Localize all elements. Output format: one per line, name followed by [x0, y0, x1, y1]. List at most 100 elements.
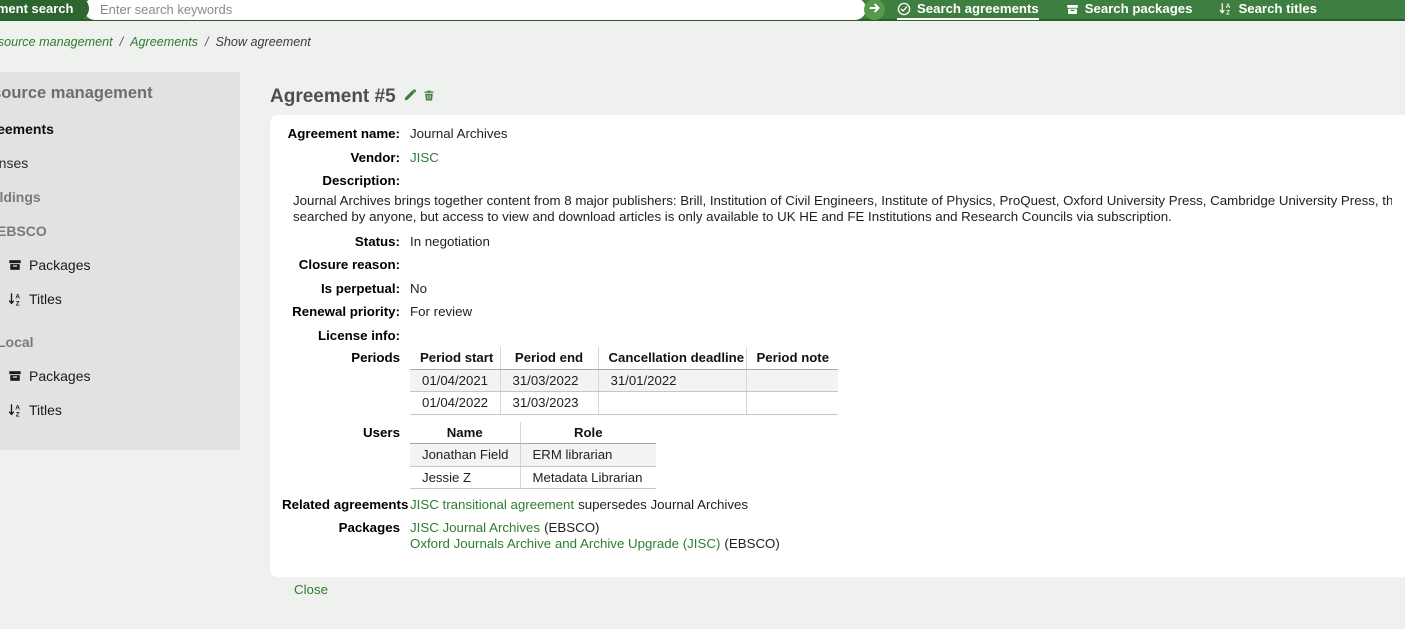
period-end: 31/03/2022	[500, 369, 598, 392]
field-packages: Packages JISC Journal Archives (EBSCO) Ox…	[282, 517, 1405, 553]
search-submit-button[interactable]	[864, 0, 885, 20]
agreement-detail-panel: Agreement name: Journal Archives Vendor:…	[270, 115, 1405, 577]
package-link[interactable]: Oxford Journals Archive and Archive Upgr…	[410, 536, 720, 551]
user-role: Metadata Librarian	[520, 466, 656, 489]
package-item: JISC Journal Archives (EBSCO)	[410, 520, 780, 537]
field-label: Closure reason:	[282, 253, 400, 277]
sidebar-section-label: EBSCO	[0, 214, 47, 248]
arrow-right-icon	[869, 2, 881, 17]
table-row: Jessie Z Metadata Librarian	[410, 466, 656, 489]
breadcrumb-current: Show agreement	[216, 35, 311, 49]
page-title-text: Agreement #5	[270, 86, 396, 108]
periods-table: Period start Period end Cancellation dea…	[410, 347, 838, 415]
sidebar-item-label: Titles	[29, 393, 62, 427]
table-row: Jonathan Field ERM librarian	[410, 444, 656, 467]
sidebar-section-local: Local	[0, 325, 240, 359]
period-deadline: 31/01/2022	[598, 369, 746, 392]
periods-col-start: Period start	[410, 347, 500, 369]
svg-text:A: A	[15, 404, 20, 411]
sidebar-item-ebsco-packages[interactable]: Packages	[0, 248, 240, 282]
related-agreement-link[interactable]: JISC transitional agreement	[410, 497, 574, 512]
package-provider: (EBSCO)	[544, 520, 599, 535]
header-search-nav: Search agreements Search packages AZ Sea…	[897, 1, 1317, 20]
check-circle-icon	[897, 2, 911, 16]
field-label: License info:	[282, 324, 400, 348]
sidebar-item-agreements[interactable]: Agreements	[0, 112, 240, 146]
breadcrumb-separator: /	[205, 35, 209, 49]
field-label: Renewal priority:	[282, 300, 400, 324]
period-note	[746, 369, 838, 392]
sidebar-section-ebsco: EBSCO	[0, 214, 240, 248]
field-value: For review	[410, 300, 472, 324]
page-title: Agreement #5	[270, 86, 435, 108]
delete-agreement-button[interactable]	[423, 86, 435, 108]
sidebar-item-local-titles[interactable]: AZ Titles	[0, 393, 240, 427]
table-row: 01/04/2021 31/03/2022 31/01/2022	[410, 369, 838, 392]
field-status: Status: In negotiation	[282, 230, 1405, 254]
periods-col-deadline: Cancellation deadline	[598, 347, 746, 369]
vendor-link[interactable]: JISC	[410, 146, 439, 170]
field-value: Journal Archives	[410, 122, 508, 146]
field-label: Related agreements	[282, 493, 400, 517]
field-related-agreements: Related agreements JISC transitional agr…	[282, 493, 1405, 517]
description-line: Journal Archives brings together content…	[293, 193, 1392, 210]
period-deadline	[598, 392, 746, 415]
archive-icon	[8, 258, 22, 272]
sort-az-icon: AZ	[8, 292, 22, 307]
breadcrumb: E-resource management/Agreements/Show ag…	[0, 35, 311, 49]
user-name: Jonathan Field	[410, 444, 520, 467]
field-label: Status:	[282, 230, 400, 254]
period-note	[746, 392, 838, 415]
field-vendor: Vendor: JISC	[282, 146, 1405, 170]
sidebar: E-resource management Agreements License…	[0, 72, 240, 450]
table-row: 01/04/2022 31/03/2023	[410, 392, 838, 415]
user-name: Jessie Z	[410, 466, 520, 489]
periods-col-end: Period end	[500, 347, 598, 369]
users-col-name: Name	[410, 422, 520, 444]
search-input[interactable]	[84, 0, 866, 20]
field-value: No	[410, 277, 427, 301]
sidebar-item-label: Licenses	[0, 146, 28, 180]
edit-agreement-button[interactable]	[403, 86, 416, 108]
field-description-label-row: Description:	[282, 169, 1405, 193]
field-is-perpetual: Is perpetual: No	[282, 277, 1405, 301]
nav-search-agreements[interactable]: Search agreements	[897, 1, 1039, 20]
field-renewal-priority: Renewal priority: For review	[282, 300, 1405, 324]
field-label: Packages	[282, 517, 400, 537]
sidebar-item-label: Packages	[29, 248, 90, 282]
archive-icon	[1066, 3, 1079, 16]
field-license-info: License info:	[282, 324, 1405, 348]
sidebar-item-licenses[interactable]: Licenses	[0, 146, 240, 180]
package-link[interactable]: JISC Journal Archives	[410, 520, 540, 535]
nav-label: Search packages	[1085, 1, 1193, 17]
related-agreement-text: supersedes Journal Archives	[578, 497, 748, 512]
field-label: Agreement name:	[282, 122, 400, 146]
trash-icon	[423, 86, 435, 108]
nav-label: Search agreements	[917, 1, 1039, 17]
close-button[interactable]: Close	[294, 582, 328, 597]
users-table: Name Role Jonathan Field ERM librarian J…	[410, 422, 656, 490]
sidebar-item-ebsco-titles[interactable]: AZ Titles	[0, 282, 240, 316]
field-periods: Periods Period start Period end Cancella…	[282, 347, 1405, 415]
sort-az-icon: AZ	[8, 403, 22, 418]
svg-text:Z: Z	[16, 300, 20, 306]
svg-text:A: A	[15, 293, 20, 300]
breadcrumb-eresource-management[interactable]: E-resource management	[0, 35, 113, 49]
sidebar-title-eresource-management[interactable]: E-resource management	[0, 84, 240, 103]
breadcrumb-agreements[interactable]: Agreements	[130, 35, 198, 49]
top-search-bar: Agreement search Search agreements Searc…	[0, 0, 1405, 21]
period-start: 01/04/2021	[410, 369, 500, 392]
nav-search-titles[interactable]: AZ Search titles	[1219, 1, 1316, 18]
sidebar-item-local-packages[interactable]: Packages	[0, 359, 240, 393]
nav-search-packages[interactable]: Search packages	[1066, 1, 1193, 18]
field-closure-reason: Closure reason:	[282, 253, 1405, 277]
period-start: 01/04/2022	[410, 392, 500, 415]
field-label: Description:	[282, 169, 400, 193]
sidebar-section-eholdings: eHoldings	[0, 180, 240, 214]
periods-col-note: Period note	[746, 347, 838, 369]
search-type-tab[interactable]: Agreement search	[0, 0, 89, 20]
user-role: ERM librarian	[520, 444, 656, 467]
description-text: Journal Archives brings together content…	[282, 193, 1392, 226]
pencil-icon	[403, 86, 416, 108]
archive-icon	[8, 369, 22, 383]
